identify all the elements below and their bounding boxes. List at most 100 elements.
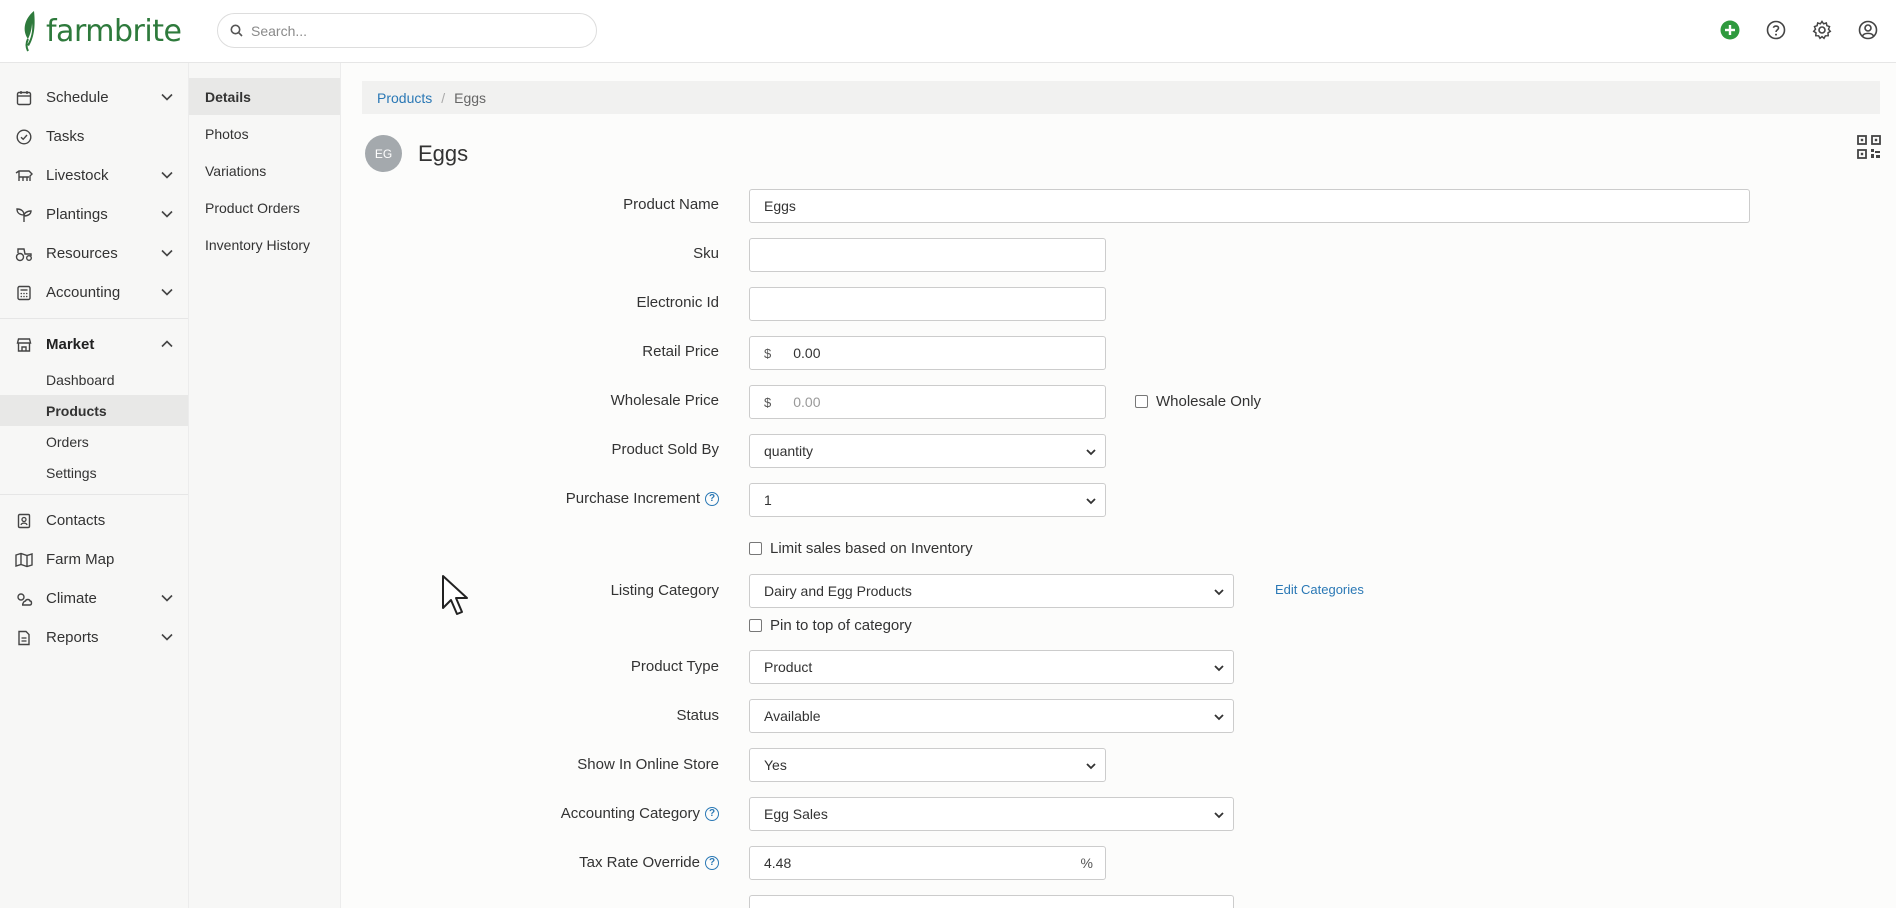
nav-label: Contacts bbox=[46, 512, 106, 529]
edit-categories-link[interactable]: Edit Categories bbox=[1275, 582, 1364, 597]
add-icon[interactable] bbox=[1718, 18, 1742, 42]
product-header: EG Eggs bbox=[365, 135, 468, 172]
chevron-down-icon bbox=[1086, 498, 1096, 505]
tax-rate-override-label: Tax Rate Override? bbox=[579, 854, 719, 871]
farmbrite-logo[interactable]: farmbrite bbox=[20, 9, 182, 53]
help-icon[interactable] bbox=[1764, 18, 1788, 42]
purchase-increment-select[interactable]: 1 bbox=[749, 483, 1106, 517]
chevron-down-icon bbox=[161, 288, 173, 296]
subnav-item-dashboard[interactable]: Dashboard bbox=[0, 364, 188, 395]
page-title: Eggs bbox=[418, 140, 469, 166]
product-sold-by-value: quantity bbox=[764, 443, 814, 459]
search-box[interactable] bbox=[217, 13, 597, 48]
subnav-product-orders[interactable]: Product Orders bbox=[189, 189, 340, 226]
retail-price-value: 0.00 bbox=[793, 345, 821, 361]
limit-sales-label: Limit sales based on Inventory bbox=[770, 540, 973, 557]
limit-sales-checkbox[interactable]: Limit sales based on Inventory bbox=[749, 540, 973, 557]
nav-item-accounting[interactable]: Accounting bbox=[0, 273, 188, 312]
nav-item-schedule[interactable]: Schedule bbox=[0, 78, 188, 117]
map-icon bbox=[15, 551, 33, 569]
settings-icon[interactable] bbox=[1810, 18, 1834, 42]
nav-item-livestock[interactable]: Livestock bbox=[0, 156, 188, 195]
status-label: Status bbox=[676, 707, 719, 724]
currency-prefix: $ bbox=[764, 345, 772, 361]
wholesale-price-label: Wholesale Price bbox=[610, 392, 719, 409]
left-nav: Schedule Tasks Livestock Plantings Resou… bbox=[0, 63, 189, 908]
show-online-value: Yes bbox=[764, 757, 787, 773]
product-sold-by-label: Product Sold By bbox=[611, 441, 719, 458]
subnav-variations[interactable]: Variations bbox=[189, 152, 340, 189]
nav-label: Resources bbox=[46, 245, 118, 262]
status-select[interactable]: Available bbox=[749, 699, 1234, 733]
chevron-down-icon bbox=[1214, 665, 1224, 672]
breadcrumb-current: Eggs bbox=[454, 89, 487, 106]
breadcrumb: Products / Eggs bbox=[362, 81, 1880, 114]
nav-item-contacts[interactable]: Contacts bbox=[0, 501, 188, 540]
pin-to-top-label: Pin to top of category bbox=[770, 617, 912, 634]
retail-price-input[interactable]: $ 0.00 bbox=[749, 336, 1106, 370]
show-online-select[interactable]: Yes bbox=[749, 748, 1106, 782]
calculator-icon bbox=[15, 284, 33, 302]
sku-input[interactable] bbox=[749, 238, 1106, 272]
nav-item-tasks[interactable]: Tasks bbox=[0, 117, 188, 156]
help-icon[interactable]: ? bbox=[705, 806, 719, 821]
tax-rate-override-input[interactable]: 4.48 % bbox=[749, 846, 1106, 880]
electronic-id-input[interactable] bbox=[749, 287, 1106, 321]
top-bar: farmbrite bbox=[0, 0, 1896, 63]
subnav-inventory-history[interactable]: Inventory History bbox=[189, 226, 340, 263]
report-icon bbox=[15, 629, 33, 647]
help-icon[interactable]: ? bbox=[705, 491, 719, 506]
chevron-down-icon bbox=[1086, 449, 1096, 456]
wholesale-price-input[interactable]: $ 0.00 bbox=[749, 385, 1106, 419]
nav-label: Climate bbox=[46, 590, 97, 607]
checkbox-box[interactable] bbox=[749, 619, 762, 632]
chevron-down-icon bbox=[161, 594, 173, 602]
accounting-category-select[interactable]: Egg Sales bbox=[749, 797, 1234, 831]
breadcrumb-separator: / bbox=[441, 89, 446, 106]
listing-category-label: Listing Category bbox=[610, 582, 719, 599]
nav-label: Reports bbox=[46, 629, 99, 646]
nav-item-reports[interactable]: Reports bbox=[0, 618, 188, 657]
check-circle-icon bbox=[15, 128, 33, 146]
brand-name: farmbrite bbox=[46, 13, 182, 49]
checkbox-box[interactable] bbox=[749, 542, 762, 555]
percent-suffix: % bbox=[1080, 855, 1093, 871]
chevron-up-icon bbox=[161, 340, 173, 348]
nav-item-resources[interactable]: Resources bbox=[0, 234, 188, 273]
nav-label: Schedule bbox=[46, 89, 109, 106]
chevron-down-icon bbox=[1214, 714, 1224, 721]
listing-category-select[interactable]: Dairy and Egg Products bbox=[749, 574, 1234, 608]
product-name-label: Product Name bbox=[623, 196, 719, 213]
subnav-item-products[interactable]: Products bbox=[0, 395, 188, 426]
nav-label: Market bbox=[46, 336, 95, 353]
product-name-input[interactable]: Eggs bbox=[749, 189, 1750, 223]
product-sold-by-select[interactable]: quantity bbox=[749, 434, 1106, 468]
subnav-details[interactable]: Details bbox=[189, 78, 340, 115]
electronic-id-label: Electronic Id bbox=[636, 294, 719, 311]
nav-item-farm-map[interactable]: Farm Map bbox=[0, 540, 188, 579]
sku-label: Sku bbox=[693, 245, 719, 262]
nav-label: Plantings bbox=[46, 206, 108, 223]
search-input[interactable] bbox=[251, 22, 571, 39]
wholesale-only-checkbox[interactable]: Wholesale Only bbox=[1135, 393, 1261, 410]
pin-to-top-checkbox[interactable]: Pin to top of category bbox=[749, 617, 912, 634]
subnav-item-settings[interactable]: Settings bbox=[0, 457, 188, 488]
contacts-icon bbox=[15, 512, 33, 530]
product-type-select[interactable]: Product bbox=[749, 650, 1234, 684]
breadcrumb-products-link[interactable]: Products bbox=[377, 90, 432, 106]
qr-code-icon[interactable] bbox=[1857, 135, 1881, 159]
account-icon[interactable] bbox=[1856, 18, 1880, 42]
subnav-photos[interactable]: Photos bbox=[189, 115, 340, 152]
chevron-down-icon bbox=[161, 633, 173, 641]
chevron-down-icon bbox=[161, 210, 173, 218]
chevron-down-icon bbox=[161, 249, 173, 257]
nav-divider bbox=[0, 318, 188, 319]
subnav-item-orders[interactable]: Orders bbox=[0, 426, 188, 457]
help-icon[interactable]: ? bbox=[705, 855, 719, 870]
nav-item-plantings[interactable]: Plantings bbox=[0, 195, 188, 234]
next-field-partial[interactable] bbox=[749, 895, 1234, 908]
nav-item-market[interactable]: Market bbox=[0, 325, 188, 364]
nav-item-climate[interactable]: Climate bbox=[0, 579, 188, 618]
checkbox-box[interactable] bbox=[1135, 395, 1148, 408]
nav-label: Farm Map bbox=[46, 551, 115, 568]
